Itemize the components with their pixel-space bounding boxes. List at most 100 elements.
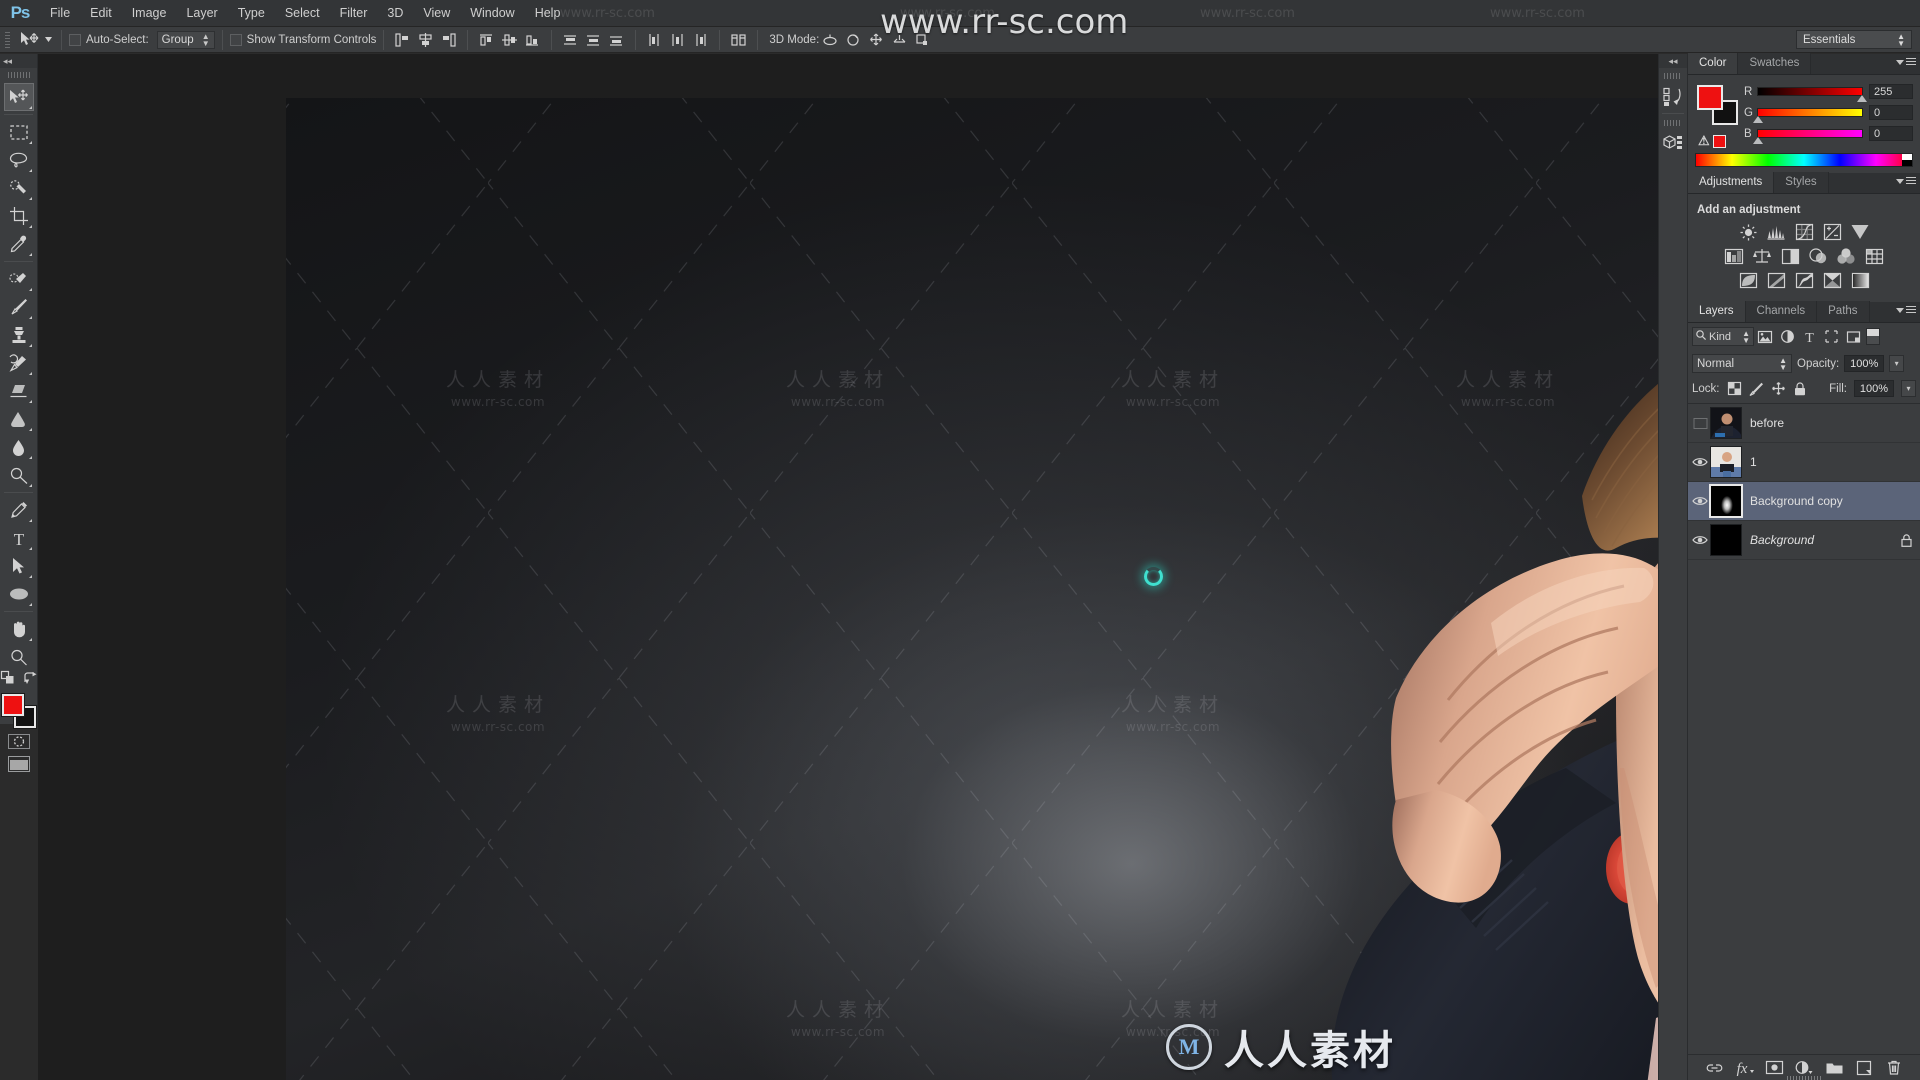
dock-grip-2[interactable] (1664, 118, 1682, 127)
tool-lasso[interactable] (4, 146, 34, 174)
vibrance-icon[interactable] (1849, 222, 1871, 242)
lock-position-icon[interactable] (1771, 381, 1786, 396)
black-white-picker[interactable] (1902, 154, 1912, 166)
color-lookup-icon[interactable] (1863, 246, 1885, 266)
layer-visibility-toggle[interactable] (1690, 456, 1710, 468)
layer-row-background[interactable]: Background (1688, 521, 1920, 560)
selective-color-icon[interactable] (1821, 270, 1843, 290)
tool-horizontal-type[interactable]: T (4, 524, 34, 552)
distribute-bottom-edges-icon[interactable] (605, 29, 628, 51)
levels-icon[interactable] (1765, 222, 1787, 242)
filter-shape-icon[interactable] (1820, 327, 1842, 346)
layer-row-background-copy[interactable]: Background copy (1688, 482, 1920, 521)
channel-value-g[interactable]: 0 (1869, 105, 1913, 120)
filter-adjustment-icon[interactable] (1776, 327, 1798, 346)
drag-3d-icon[interactable] (865, 29, 888, 51)
tool-pen[interactable] (4, 496, 34, 524)
dock-grip-1[interactable] (1664, 71, 1682, 80)
menu-item-filter[interactable]: Filter (330, 0, 378, 27)
distribute-right-edges-icon[interactable] (689, 29, 712, 51)
layer-visibility-toggle[interactable] (1690, 417, 1710, 430)
tool-clone-stamp[interactable] (4, 321, 34, 349)
opacity-value[interactable]: 100% (1844, 355, 1885, 372)
layer-row-before[interactable]: before (1688, 404, 1920, 443)
curves-icon[interactable] (1793, 222, 1815, 242)
layer-thumbnail[interactable] (1710, 446, 1742, 478)
slide-3d-icon[interactable] (888, 29, 911, 51)
lock-all-icon[interactable] (1793, 381, 1808, 396)
align-bottom-edges-icon[interactable] (521, 29, 544, 51)
layer-thumbnail[interactable] (1710, 524, 1742, 556)
color-swatches[interactable] (1, 694, 36, 728)
tool-preset-chevron-down-icon[interactable] (42, 29, 54, 51)
fill-value[interactable]: 100% (1854, 380, 1894, 397)
channel-value-b[interactable]: 0 (1869, 126, 1913, 141)
color-panel-menu-icon[interactable] (1896, 58, 1916, 67)
menu-item-layer[interactable]: Layer (176, 0, 227, 27)
align-horizontal-centers-icon[interactable] (414, 29, 437, 51)
black-white-icon[interactable] (1779, 246, 1801, 266)
new-group-icon[interactable] (1826, 1059, 1843, 1076)
rotate-3d-icon[interactable] (819, 29, 842, 51)
menu-item-3d[interactable]: 3D (377, 0, 413, 27)
options-bar-grip[interactable] (3, 30, 12, 49)
tab-swatches[interactable]: Swatches (1738, 53, 1812, 74)
menu-item-file[interactable]: File (40, 0, 80, 27)
menu-item-type[interactable]: Type (228, 0, 275, 27)
tool-zoom[interactable] (4, 643, 34, 671)
tab-paths[interactable]: Paths (1817, 301, 1870, 322)
tool-rectangular-marquee[interactable] (4, 118, 34, 146)
color-spectrum-ramp[interactable] (1695, 153, 1913, 167)
threshold-icon[interactable] (1793, 270, 1815, 290)
new-layer-icon[interactable] (1856, 1059, 1873, 1076)
tool-eyedropper[interactable] (4, 230, 34, 258)
menu-item-image[interactable]: Image (122, 0, 177, 27)
channel-value-r[interactable]: 255 (1869, 84, 1913, 99)
delete-layer-icon[interactable] (1886, 1059, 1903, 1076)
lock-transparent-pixels-icon[interactable] (1727, 381, 1742, 396)
canvas-area[interactable]: 人人素材 www.rr-sc.com 人人素材 www.rr-sc.com 人人… (38, 54, 1696, 1080)
hue-saturation-icon[interactable] (1723, 246, 1745, 266)
tool-move[interactable] (3, 83, 34, 111)
filter-pixel-icon[interactable] (1754, 327, 1776, 346)
color-balance-icon[interactable] (1751, 246, 1773, 266)
tool-brush[interactable] (4, 293, 34, 321)
menu-item-view[interactable]: View (413, 0, 460, 27)
roll-3d-icon[interactable] (842, 29, 865, 51)
invert-icon[interactable] (1737, 270, 1759, 290)
align-vertical-centers-icon[interactable] (498, 29, 521, 51)
blend-mode-dropdown[interactable]: Normal ▲ ▼ (1692, 354, 1792, 373)
distribute-horizontal-centers-icon[interactable] (666, 29, 689, 51)
tab-color[interactable]: Color (1688, 53, 1739, 74)
align-top-edges-icon[interactable] (475, 29, 498, 51)
layer-name[interactable]: before (1750, 416, 1920, 430)
panel-resize-grip[interactable] (1787, 1076, 1821, 1080)
layer-visibility-toggle[interactable] (1690, 495, 1710, 507)
tool-eraser[interactable] (4, 377, 34, 405)
default-colors-icon[interactable] (0, 670, 14, 689)
menu-item-window[interactable]: Window (460, 0, 524, 27)
align-left-edges-icon[interactable] (391, 29, 414, 51)
tool-hand[interactable] (4, 615, 34, 643)
tab-channels[interactable]: Channels (1745, 301, 1818, 322)
tool-gradient[interactable] (4, 405, 34, 433)
filter-enable-toggle[interactable] (1866, 328, 1880, 345)
color-panel-foreground-swatch[interactable] (1697, 85, 1723, 110)
document-image[interactable]: 人人素材 www.rr-sc.com 人人素材 www.rr-sc.com 人人… (286, 98, 1696, 1080)
layer-visibility-toggle[interactable] (1690, 534, 1710, 546)
layer-thumbnail[interactable] (1709, 484, 1743, 518)
history-panel-icon[interactable] (1659, 82, 1687, 110)
quick-mask-mode-icon[interactable] (6, 731, 32, 751)
tool-history-brush[interactable] (4, 349, 34, 377)
layer-thumbnail[interactable] (1710, 407, 1742, 439)
channel-mixer-icon[interactable] (1835, 246, 1857, 266)
swap-colors-icon[interactable] (23, 671, 37, 689)
scale-3d-icon[interactable] (911, 29, 934, 51)
gamut-substitute-swatch[interactable] (1712, 134, 1726, 148)
menu-item-edit[interactable]: Edit (80, 0, 122, 27)
layer-row-1[interactable]: 1 (1688, 443, 1920, 482)
layers-panel-menu-icon[interactable] (1896, 306, 1916, 315)
tab-layers[interactable]: Layers (1688, 301, 1746, 322)
gradient-map-icon[interactable] (1849, 270, 1871, 290)
distribute-top-edges-icon[interactable] (559, 29, 582, 51)
